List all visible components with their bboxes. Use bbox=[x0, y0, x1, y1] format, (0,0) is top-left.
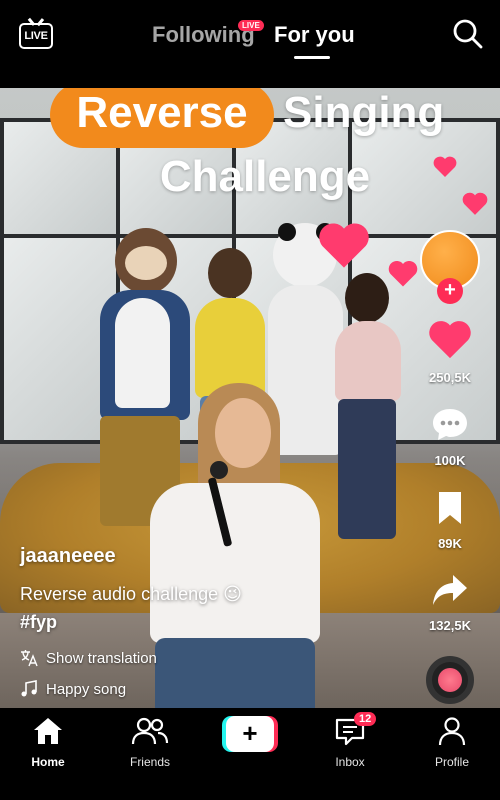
bookmark-icon[interactable] bbox=[436, 490, 464, 526]
music-cover bbox=[438, 668, 462, 692]
home-icon bbox=[34, 718, 62, 744]
like-heart-icon[interactable] bbox=[428, 320, 472, 360]
music-disc[interactable] bbox=[426, 656, 474, 704]
search-icon bbox=[453, 19, 483, 49]
comment-icon[interactable] bbox=[431, 406, 469, 442]
song-title: Happy song bbox=[46, 680, 127, 698]
live-badge: LIVE bbox=[238, 20, 264, 31]
nav-home[interactable]: Home bbox=[8, 716, 88, 769]
feed-tabs: Following LIVE For you bbox=[0, 20, 500, 60]
show-translation-label: Show translation bbox=[46, 649, 157, 667]
tab-for-you[interactable]: For you bbox=[274, 22, 355, 48]
follow-button[interactable]: + bbox=[437, 278, 463, 304]
nav-profile[interactable]: Profile bbox=[412, 716, 492, 769]
floating-heart-icon bbox=[319, 223, 369, 268]
saves-count: 89K bbox=[438, 536, 462, 551]
floating-heart-icon bbox=[433, 156, 457, 177]
top-bar: LIVE Following LIVE For you bbox=[0, 0, 500, 88]
plus-icon: + bbox=[226, 716, 274, 752]
floating-heart-icon bbox=[388, 260, 418, 287]
post-hashtag[interactable]: #fyp bbox=[20, 612, 57, 633]
nav-home-label: Home bbox=[31, 755, 65, 769]
nav-friends[interactable]: Friends bbox=[110, 716, 190, 769]
active-tab-indicator bbox=[294, 56, 330, 59]
post-description: Reverse audio challenge 😉 bbox=[20, 584, 242, 604]
song-link[interactable]: Happy song bbox=[20, 680, 126, 698]
microphone bbox=[210, 461, 228, 479]
comments-count: 100K bbox=[434, 453, 466, 468]
bottom-navigation: Home Friends + 12 Inbox Profile bbox=[0, 708, 500, 800]
translate-icon bbox=[21, 650, 38, 667]
create-button[interactable]: + bbox=[222, 716, 278, 752]
video-player[interactable]: Reverse Singing Challenge bbox=[0, 88, 500, 708]
title-highlight-word: Reverse bbox=[76, 88, 248, 137]
friends-icon bbox=[131, 717, 169, 745]
show-translation-link[interactable]: Show translation bbox=[20, 649, 157, 667]
profile-icon bbox=[438, 717, 466, 746]
nav-inbox-label: Inbox bbox=[335, 755, 365, 769]
likes-count: 250,5K bbox=[429, 370, 471, 385]
search-button[interactable] bbox=[452, 18, 484, 50]
music-note-icon bbox=[21, 680, 37, 697]
inbox-badge: 12 bbox=[354, 712, 377, 726]
nav-profile-label: Profile bbox=[434, 755, 469, 769]
person-singer bbox=[140, 383, 390, 708]
nav-friends-label: Friends bbox=[129, 755, 170, 769]
shares-count: 132,5K bbox=[429, 618, 471, 633]
creator-username[interactable]: jaaaneeee bbox=[20, 545, 116, 568]
title-line-2: Challenge bbox=[159, 152, 371, 201]
share-arrow-icon[interactable] bbox=[431, 572, 469, 608]
title-word: Singing bbox=[283, 88, 445, 137]
nav-inbox[interactable]: 12 Inbox bbox=[310, 712, 390, 769]
floating-heart-icon bbox=[462, 192, 488, 215]
